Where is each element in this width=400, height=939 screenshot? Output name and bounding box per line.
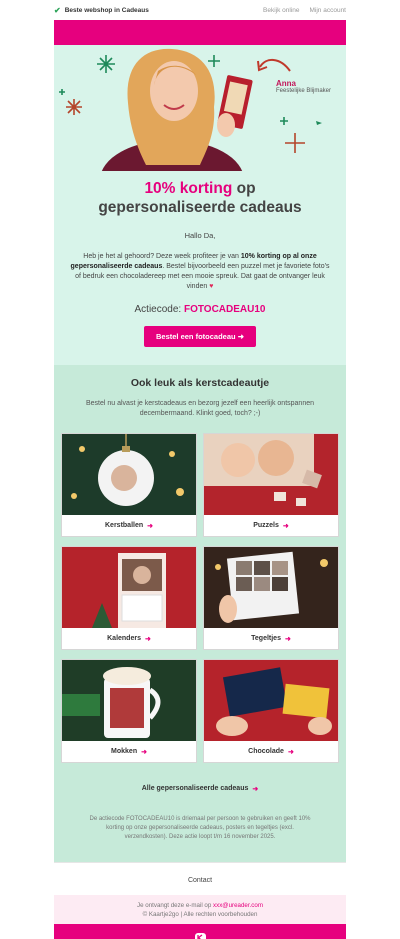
- arrow-right-icon: ➜: [282, 522, 289, 530]
- promo-disclaimer: De actiecode FOTOCADEAU10 is driemaal pe…: [89, 816, 311, 840]
- section-title: Ook leuk als kerstcadeautje: [130, 377, 270, 389]
- product-card-mokken[interactable]: Mokken ➜: [61, 659, 197, 763]
- heart-icon: ♥: [209, 283, 214, 290]
- greeting: Hallo Da,: [184, 231, 216, 240]
- top-bar: ✔ Beste webshop in Cadeaus Bekijk online…: [54, 0, 346, 20]
- received-prefix: Je ontvangt deze e-mail op: [137, 902, 214, 909]
- all-gifts-label: Alle gepersonaliseerde cadeaus: [141, 785, 249, 792]
- product-label: Chocolade: [248, 748, 284, 755]
- checkmark-icon: ✔: [54, 5, 61, 15]
- arrow-right-icon: ➜: [287, 748, 294, 756]
- arrow-right-icon: ➜: [237, 332, 244, 341]
- arrow-right-icon: ➜: [284, 635, 291, 643]
- order-photo-gift-button[interactable]: Bestel een fotocadeau ➜: [144, 326, 256, 347]
- product-image-kalenders: [62, 547, 196, 628]
- product-card-kalenders[interactable]: Kalenders ➜: [61, 546, 197, 650]
- tagline-text: Beste webshop in Cadeaus: [64, 6, 149, 14]
- product-label: Tegeltjes: [251, 635, 281, 642]
- product-label: Kalenders: [107, 635, 141, 642]
- footer-info: Je ontvangt deze e-mail op xxx@ureader.c…: [54, 895, 346, 924]
- brand-logo-icon[interactable]: [194, 932, 206, 939]
- headline-discount: 10% korting: [144, 180, 233, 197]
- product-label: Kerstballen: [105, 522, 144, 529]
- view-online-link[interactable]: Bekijk online: [263, 7, 300, 14]
- recipient-email[interactable]: xxx@ureader.com: [213, 902, 263, 909]
- product-card-puzzels[interactable]: Puzzels ➜: [203, 433, 339, 537]
- arrow-right-icon: ➜: [147, 522, 153, 530]
- product-card-chocolade[interactable]: Chocolade ➜: [203, 659, 339, 763]
- promo-code-label: Actiecode:: [134, 304, 184, 315]
- product-label: Mokken: [111, 748, 138, 755]
- arrow-right-icon: ➜: [252, 786, 259, 793]
- arrow-right-icon: ➜: [144, 635, 151, 643]
- intro-body: Heb je het al gehoord? Deze week profite…: [68, 252, 332, 292]
- product-image-chocolade: [204, 660, 338, 741]
- copyright: © Kaartje2go | Alle rechten voorbehouden: [142, 911, 258, 918]
- intro-section: 10% korting op gepersonaliseerde cadeaus…: [54, 171, 346, 365]
- product-image-kerstballen: [62, 434, 196, 515]
- promo-code-line: Actiecode: FOTOCADEAU10: [68, 304, 332, 315]
- headline: 10% korting op gepersonaliseerde cadeaus: [68, 179, 332, 217]
- product-label: Puzzels: [253, 522, 279, 529]
- product-image-tegeltjes: [204, 547, 338, 628]
- all-gifts-link[interactable]: Alle gepersonaliseerde cadeaus ➜: [62, 785, 338, 793]
- cta-label: Bestel een fotocadeau: [156, 332, 236, 341]
- product-image-puzzels: [204, 434, 338, 515]
- footer-band: [54, 924, 346, 939]
- header-band: [54, 20, 346, 45]
- tagline: ✔ Beste webshop in Cadeaus: [54, 6, 149, 15]
- intro-body-a: Heb je het al gehoord? Deze week profite…: [83, 253, 241, 260]
- email-container: ✔ Beste webshop in Cadeaus Bekijk online…: [54, 0, 346, 939]
- hero-banner: Anna Feestelijke Blijmaker: [54, 45, 346, 171]
- headline-part2: gepersonaliseerde cadeaus: [98, 199, 302, 216]
- arrow-right-icon: ➜: [141, 748, 147, 756]
- persona-name: Anna: [276, 79, 296, 88]
- received-line: Je ontvangt deze e-mail op xxx@ureader.c…: [54, 901, 346, 910]
- product-grid: Kerstballen ➜ Puzzels ➜ Kalenders ➜ Tege…: [61, 433, 339, 763]
- promo-code: FOTOCADEAU10: [183, 304, 266, 315]
- contact-link[interactable]: Contact: [54, 862, 346, 895]
- product-card-kerstballen[interactable]: Kerstballen ➜: [61, 433, 197, 537]
- hero-illustration: [59, 48, 322, 171]
- headline-part1: op: [232, 180, 256, 197]
- section-subtitle: Bestel nu alvast je kerstcadeaus en bezo…: [85, 400, 315, 417]
- product-card-tegeltjes[interactable]: Tegeltjes ➜: [203, 546, 339, 650]
- christmas-section: Ook leuk als kerstcadeautje Bestel nu al…: [54, 365, 346, 862]
- my-account-link[interactable]: Mijn account: [310, 7, 347, 14]
- persona-role: Feestelijke Blijmaker: [276, 88, 332, 94]
- product-image-mokken: [62, 660, 196, 741]
